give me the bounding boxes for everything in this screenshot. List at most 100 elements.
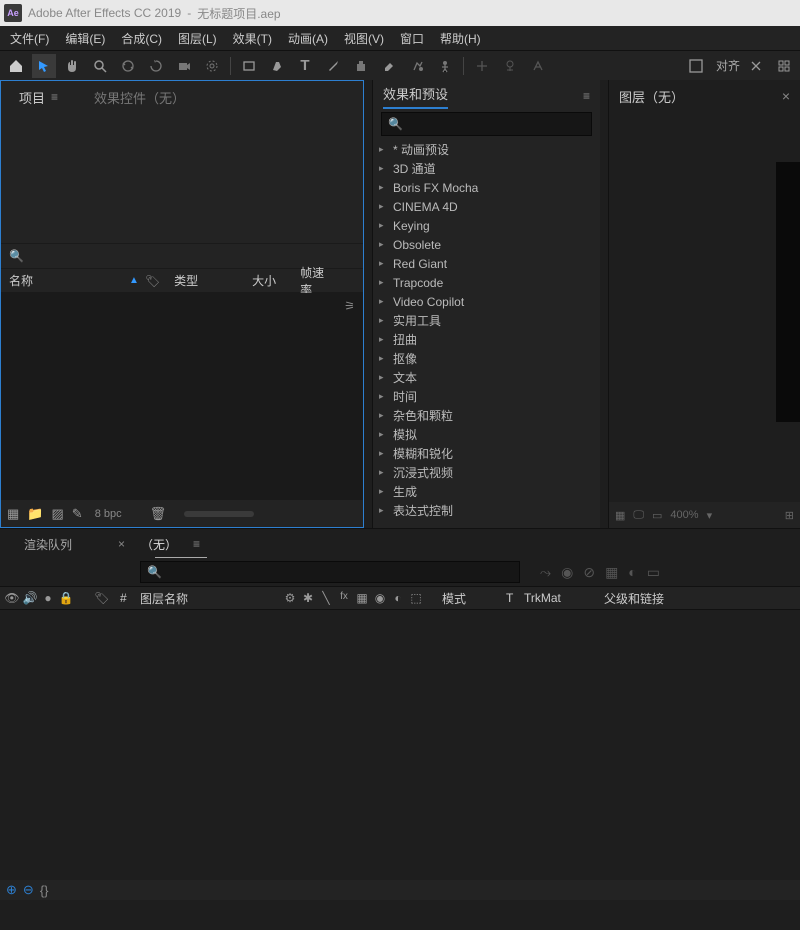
col-type[interactable]: 类型 [166, 272, 244, 289]
new-adjustment-icon[interactable]: ✎ [72, 506, 83, 522]
comp-flowchart-icon[interactable]: ⤳ [540, 564, 551, 581]
col-parent[interactable]: 父级和链接 [584, 590, 694, 607]
effect-category[interactable]: ▸表达式控制 [379, 501, 594, 520]
frame-blend-switch-icon[interactable]: ▦ [354, 591, 370, 605]
zoom-dropdown-icon[interactable]: ▾ [707, 509, 713, 522]
puppet-tool-icon[interactable] [433, 54, 457, 78]
clone-tool-icon[interactable] [349, 54, 373, 78]
rectangle-tool-icon[interactable] [237, 54, 261, 78]
monitor-icon[interactable]: 🖵 [633, 509, 644, 522]
rotate-tool-icon[interactable] [144, 54, 168, 78]
effect-category[interactable]: ▸时间 [379, 387, 594, 406]
col-t[interactable]: T [506, 591, 524, 605]
menu-window[interactable]: 窗口 [392, 27, 432, 50]
panel-menu-icon[interactable]: ≡ [193, 537, 200, 551]
tab-effect-controls[interactable]: 效果控件（无） [86, 84, 193, 111]
col-layer-name[interactable]: 图层名称 [134, 590, 274, 607]
shy-icon[interactable]: ⊘ [583, 564, 595, 581]
zoom-level[interactable]: 400% [670, 509, 698, 521]
adjustment-icon[interactable]: ◐ [390, 591, 406, 605]
menu-animation[interactable]: 动画(A) [280, 27, 336, 50]
effect-category[interactable]: ▸生成 [379, 482, 594, 501]
resolution-icon[interactable]: ⊞ [785, 509, 794, 522]
brush-tool-icon[interactable] [321, 54, 345, 78]
audio-icon[interactable]: 🔊 [22, 591, 38, 605]
solo-icon[interactable]: ● [40, 591, 56, 605]
motion-blur-icon[interactable]: ◐ [628, 564, 636, 581]
effect-category[interactable]: ▸CINEMA 4D [379, 197, 594, 216]
effect-category[interactable]: ▸沉浸式视频 [379, 463, 594, 482]
motion-blur-switch-icon[interactable]: ◉ [372, 591, 388, 605]
pen-tool-icon[interactable] [265, 54, 289, 78]
tab-none[interactable]: （无） [135, 532, 183, 557]
project-content[interactable]: ⚞ [1, 293, 363, 499]
new-folder-icon[interactable]: 📁 [27, 506, 43, 522]
video-icon[interactable]: 👁 [4, 591, 20, 605]
graph-editor-icon[interactable]: ▭ [647, 564, 660, 581]
menu-layer[interactable]: 图层(L) [170, 27, 225, 50]
effect-category[interactable]: ▸Video Copilot [379, 292, 594, 311]
menu-help[interactable]: 帮助(H) [432, 27, 489, 50]
timeline-content[interactable] [0, 610, 800, 880]
effect-category[interactable]: ▸文本 [379, 368, 594, 387]
project-search-input[interactable] [28, 249, 355, 264]
effect-category[interactable]: ▸抠像 [379, 349, 594, 368]
snap-checkbox-icon[interactable] [684, 54, 708, 78]
zoom-tool-icon[interactable] [88, 54, 112, 78]
effect-category[interactable]: ▸实用工具 [379, 311, 594, 330]
camera-tool-icon[interactable] [172, 54, 196, 78]
snap-options-icon[interactable] [744, 54, 768, 78]
menu-effect[interactable]: 效果(T) [225, 27, 280, 50]
effect-category[interactable]: ▸Red Giant [379, 254, 594, 273]
menu-view[interactable]: 视图(V) [336, 27, 392, 50]
label-icon[interactable]: 🏷 [94, 591, 114, 605]
col-name[interactable]: 名称 [1, 272, 129, 289]
new-comp-icon[interactable]: ▨ [51, 506, 63, 522]
orbit-tool-icon[interactable] [116, 54, 140, 78]
effect-category[interactable]: ▸扭曲 [379, 330, 594, 349]
effect-category[interactable]: ▸Obsolete [379, 235, 594, 254]
menu-edit[interactable]: 编辑(E) [57, 27, 113, 50]
brackets-icon[interactable]: {} [40, 883, 49, 898]
fx-icon[interactable]: fx [336, 591, 352, 605]
timeline-search-input[interactable] [166, 565, 513, 580]
toggle-modes-icon[interactable]: ⊖ [23, 882, 34, 898]
effect-category[interactable]: ▸模拟 [379, 425, 594, 444]
tab-project[interactable]: 项目 ≡ [11, 84, 66, 111]
effect-category[interactable]: ▸3D 通道 [379, 159, 594, 178]
channel-icon[interactable]: ▦ [615, 509, 625, 522]
eraser-tool-icon[interactable] [377, 54, 401, 78]
effects-search-input[interactable] [407, 117, 585, 132]
col-trkmat[interactable]: TrkMat [524, 591, 584, 605]
lock-icon[interactable]: 🔒 [58, 591, 74, 605]
world-axis-icon[interactable] [498, 54, 522, 78]
shy-switch-icon[interactable]: ⚙ [282, 591, 298, 605]
delete-icon[interactable]: 🗑 [150, 506, 167, 522]
effect-category[interactable]: ▸模糊和锐化 [379, 444, 594, 463]
home-tool-icon[interactable] [4, 54, 28, 78]
effect-category[interactable]: ▸* 动画预设 [379, 140, 594, 159]
hand-tool-icon[interactable] [60, 54, 84, 78]
toggle-switches-icon[interactable]: ⊕ [6, 882, 17, 898]
close-icon[interactable]: × [782, 88, 790, 104]
view-axis-icon[interactable] [526, 54, 550, 78]
tab-render-queue[interactable]: 渲染队列 [18, 532, 78, 557]
flowchart-icon[interactable]: ⚞ [344, 299, 355, 313]
effect-category[interactable]: ▸杂色和颗粒 [379, 406, 594, 425]
panel-menu-icon[interactable]: ≡ [51, 90, 58, 104]
col-mode[interactable]: 模式 [428, 590, 506, 607]
effect-category[interactable]: ▸Keying [379, 216, 594, 235]
collapse-icon[interactable]: ✱ [300, 591, 316, 605]
type-tool-icon[interactable]: T [293, 54, 317, 78]
frame-blend-icon[interactable]: ▦ [605, 564, 618, 581]
selection-tool-icon[interactable] [32, 54, 56, 78]
col-number[interactable]: # [114, 591, 134, 605]
vr-icon[interactable]: ▭ [652, 509, 662, 522]
local-axis-icon[interactable] [470, 54, 494, 78]
pan-behind-tool-icon[interactable] [200, 54, 224, 78]
roto-tool-icon[interactable] [405, 54, 429, 78]
snap-expand-icon[interactable] [772, 54, 796, 78]
interpret-footage-icon[interactable]: ▦ [7, 506, 19, 522]
menu-composition[interactable]: 合成(C) [113, 27, 170, 50]
3d-icon[interactable]: ⬚ [408, 591, 424, 605]
